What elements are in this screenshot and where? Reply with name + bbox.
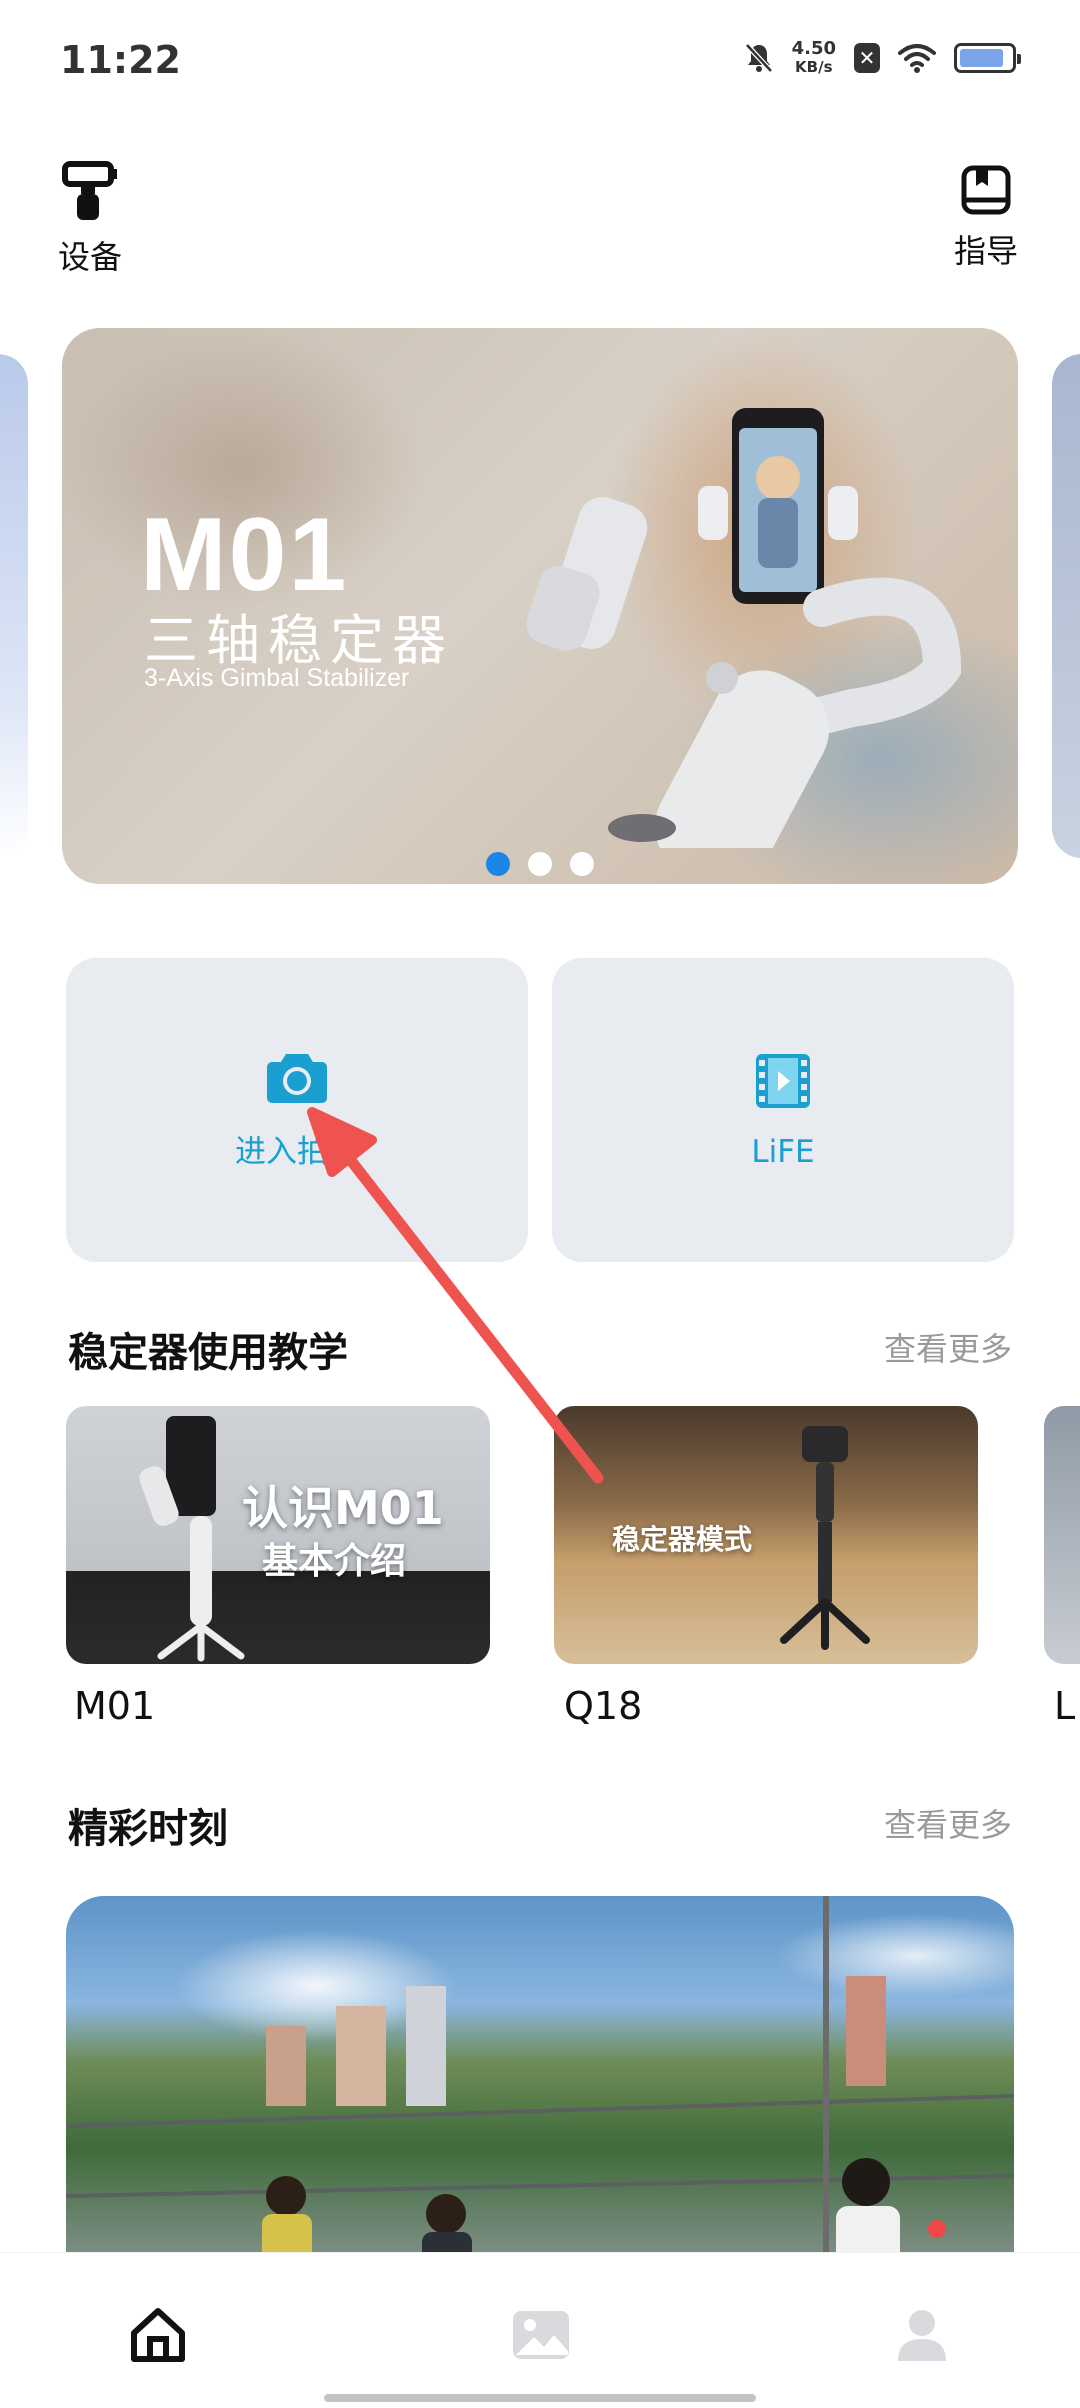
gimbal-product-image bbox=[526, 408, 962, 848]
nav-home[interactable] bbox=[128, 2305, 188, 2369]
carousel-dot[interactable] bbox=[486, 852, 510, 876]
moments-section-title: 精彩时刻 bbox=[68, 1806, 228, 1852]
life-button[interactable]: LiFE bbox=[552, 958, 1014, 1262]
tutorial-overlay-line1: 认识M01 bbox=[242, 1481, 444, 1535]
nav-gallery[interactable] bbox=[510, 2305, 572, 2369]
guide-button[interactable]: 指导 bbox=[954, 164, 1018, 272]
network-speed: 4.50 KB/s bbox=[791, 38, 836, 77]
camera-icon bbox=[267, 1053, 327, 1103]
carousel-dot[interactable] bbox=[528, 852, 552, 876]
wifi-icon bbox=[898, 44, 936, 73]
tutorial-card-next[interactable] bbox=[1044, 1406, 1080, 1664]
banner-subtitle-en: 3-Axis Gimbal Stabilizer bbox=[144, 664, 410, 692]
device-label: 设备 bbox=[58, 238, 123, 276]
q18-tripod-thumbnail bbox=[780, 1426, 870, 1650]
tutorials-section-title: 稳定器使用教学 bbox=[68, 1330, 348, 1376]
status-icons: 4.50 KB/s ✕ bbox=[744, 38, 1021, 77]
home-indicator[interactable] bbox=[324, 2394, 756, 2402]
nav-profile[interactable] bbox=[894, 2305, 950, 2369]
basketball-court-photo bbox=[66, 1896, 1014, 2256]
no-sim-icon: ✕ bbox=[854, 43, 880, 73]
status-bar: 11:22 4.50 KB/s ✕ bbox=[0, 0, 1080, 120]
profile-icon bbox=[898, 2310, 946, 2361]
carousel-indicator bbox=[62, 852, 1018, 876]
tutorial-card-m01[interactable]: 认识M01 基本介绍 bbox=[66, 1406, 490, 1664]
device-button[interactable]: 设备 bbox=[58, 160, 122, 278]
banner-carousel[interactable]: M01 三轴稳定器 3-Axis Gimbal Stabilizer bbox=[0, 328, 1080, 884]
mute-bell-icon bbox=[744, 43, 773, 73]
tutorial-name-q18: Q18 bbox=[564, 1684, 643, 1728]
gimbal-device-icon bbox=[62, 161, 117, 220]
enter-shooting-label: 进入拍摄 bbox=[235, 1133, 359, 1170]
enter-shooting-button[interactable]: 进入拍摄 bbox=[66, 958, 528, 1262]
bottom-navigation bbox=[0, 2252, 1080, 2408]
moment-card-basketball[interactable] bbox=[66, 1896, 1014, 2256]
tutorial-name-m01: M01 bbox=[74, 1684, 156, 1728]
tutorial-name-next: L bbox=[1054, 1684, 1076, 1728]
tutorials-see-more-link[interactable]: 查看更多 bbox=[884, 1324, 1012, 1370]
video-film-icon bbox=[756, 1054, 810, 1108]
gallery-icon bbox=[513, 2311, 569, 2359]
banner-peek-next[interactable] bbox=[1052, 354, 1080, 858]
tutorial-card-q18[interactable]: 稳定器模式 bbox=[554, 1406, 978, 1664]
banner-slide-m01[interactable]: M01 三轴稳定器 3-Axis Gimbal Stabilizer bbox=[62, 328, 1018, 884]
tutorial-overlay-line1: 稳定器模式 bbox=[612, 1523, 753, 1556]
moments-see-more-link[interactable]: 查看更多 bbox=[884, 1800, 1012, 1846]
battery-fill bbox=[960, 49, 1003, 67]
home-icon bbox=[131, 2308, 185, 2362]
guide-label: 指导 bbox=[953, 232, 1018, 270]
guide-book-icon bbox=[961, 165, 1011, 215]
status-time: 11:22 bbox=[60, 38, 181, 82]
tutorial-overlay-line2: 基本介绍 bbox=[262, 1541, 407, 1582]
banner-peek-previous[interactable] bbox=[0, 354, 28, 858]
profile-notification-badge bbox=[928, 2220, 946, 2238]
battery-icon bbox=[954, 43, 1021, 73]
carousel-dot[interactable] bbox=[570, 852, 594, 876]
life-label: LiFE bbox=[751, 1134, 815, 1170]
